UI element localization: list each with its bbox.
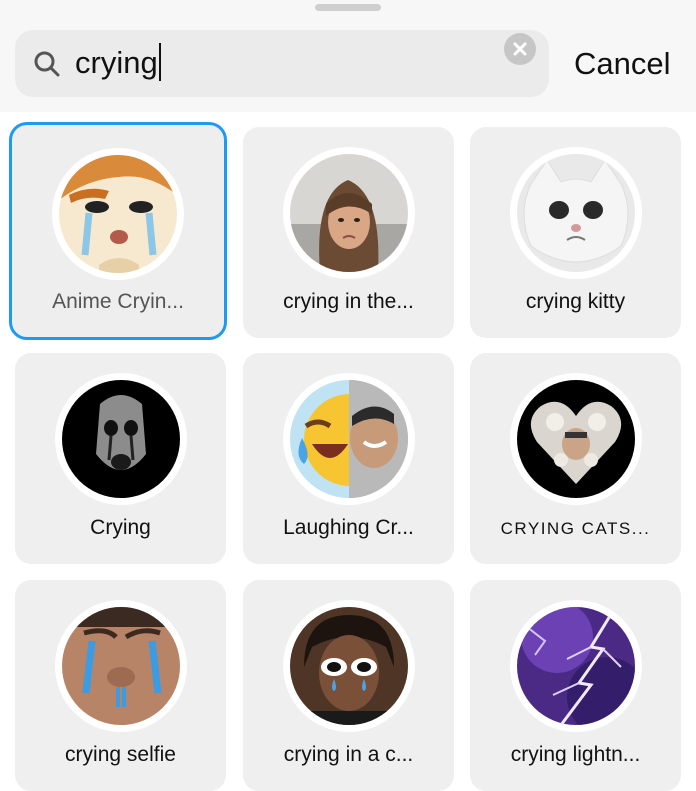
result-label: crying in a c... [283, 743, 414, 766]
cancel-button[interactable]: Cancel [574, 44, 671, 84]
avatar [61, 607, 180, 725]
result-card-6[interactable]: CRYING CATS... [470, 353, 681, 564]
result-label: crying lightn... [510, 743, 641, 766]
avatar-ring [282, 147, 415, 279]
result-label: Laughing Cr... [283, 516, 414, 539]
result-label: CRYING CATS... [500, 519, 651, 538]
result-label: Crying [90, 516, 151, 539]
search-icon [34, 51, 60, 77]
result-card-7[interactable]: crying selfie [15, 580, 226, 791]
result-label: crying kitty [525, 290, 626, 313]
result-label: crying in the... [283, 290, 414, 313]
avatar-ring [282, 600, 415, 732]
result-card-2[interactable]: crying in the... [243, 127, 454, 338]
clear-search-button[interactable] [504, 33, 536, 65]
avatar-ring [509, 373, 642, 505]
avatar-ring [54, 600, 187, 732]
top-bar: crying Cancel [0, 0, 696, 112]
avatar [289, 154, 408, 272]
result-label: Anime Cryin... [52, 290, 184, 313]
result-card-5[interactable]: Laughing Cr... [243, 353, 454, 564]
search-field[interactable]: crying [15, 30, 549, 97]
avatar [516, 380, 635, 498]
sheet-grabber[interactable] [315, 4, 381, 11]
result-label: crying selfie [65, 743, 176, 766]
avatar [59, 155, 177, 273]
result-card-1[interactable]: Anime Cryin... [9, 122, 227, 340]
avatar [289, 607, 408, 725]
result-card-4[interactable]: Crying [15, 353, 226, 564]
avatar-ring [54, 373, 187, 505]
avatar-ring [282, 373, 415, 505]
search-input[interactable]: crying [75, 43, 161, 83]
avatar-ring [509, 147, 642, 279]
avatar-ring [52, 148, 184, 280]
text-caret [158, 43, 161, 81]
avatar [289, 380, 408, 498]
avatar-ring [509, 600, 642, 732]
avatar [61, 380, 180, 498]
avatar [516, 607, 635, 725]
close-icon [513, 42, 527, 56]
result-card-9[interactable]: crying lightn... [470, 580, 681, 791]
result-card-8[interactable]: crying in a c... [243, 580, 454, 791]
avatar [516, 154, 635, 272]
result-card-3[interactable]: crying kitty [470, 127, 681, 338]
